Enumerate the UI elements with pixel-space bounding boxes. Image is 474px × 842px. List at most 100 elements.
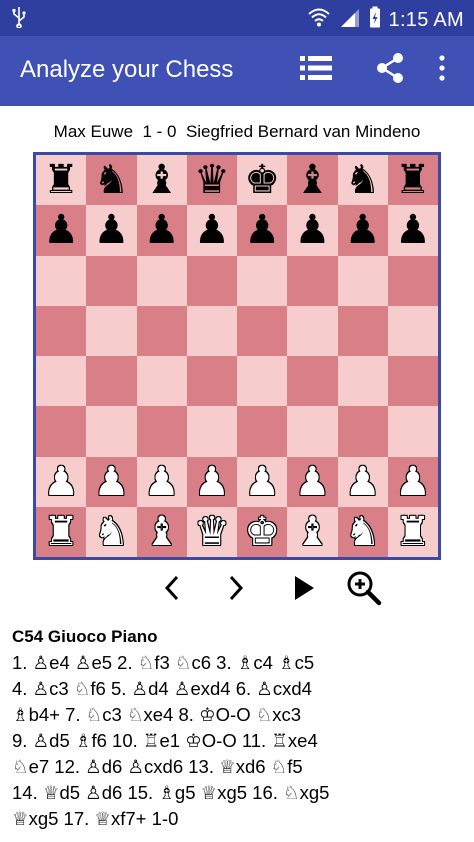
white-bishop-piece[interactable]: ♝ [144,512,180,552]
white-rook-piece[interactable]: ♜ [395,512,431,552]
move-line[interactable]: 14. ♕d5 ♙d6 15. ♗g5 ♕xg5 16. ♘xg5 [12,780,464,806]
chess-board[interactable]: ♜ ♞ ♝ ♛ ♚ ♝ ♞ ♜ ♟ ♟ ♟ ♟ ♟ ♟ ♟ ♟ ♟ ♟ ♟ ♟ ♟ ♟ ♟ ♟ ♜ ♞ ♝ ♛ ♚ ♝ ♞ ♜ [33,152,441,560]
list-button[interactable] [296,50,336,90]
square-b2[interactable]: ♟ [86,456,137,507]
square-g7[interactable]: ♟ [337,205,388,256]
square-e8[interactable]: ♚ [237,155,288,206]
square-g1[interactable]: ♞ [337,506,388,557]
square-a6[interactable] [36,255,87,306]
black-pawn-piece[interactable]: ♟ [244,210,280,250]
move-line[interactable]: ♗b4+ 7. ♘c3 ♘xe4 8. ♔O-O ♘xc3 [12,702,464,728]
square-e6[interactable] [237,255,288,306]
white-bishop-piece[interactable]: ♝ [294,512,330,552]
next-move-button[interactable] [216,570,256,610]
square-g8[interactable]: ♞ [337,155,388,206]
white-pawn-piece[interactable]: ♟ [345,462,381,502]
move-line[interactable]: 4. ♙c3 ♘f6 5. ♙d4 ♙exd4 6. ♙cxd4 [12,676,464,702]
square-f8[interactable]: ♝ [287,155,338,206]
square-f5[interactable] [287,305,338,356]
black-queen-piece[interactable]: ♛ [194,160,230,200]
white-queen-piece[interactable]: ♛ [194,512,230,552]
square-g5[interactable] [337,305,388,356]
square-h7[interactable]: ♟ [387,205,438,256]
black-pawn-piece[interactable]: ♟ [294,210,330,250]
black-rook-piece[interactable]: ♜ [395,160,431,200]
black-bishop-piece[interactable]: ♝ [294,160,330,200]
square-h5[interactable] [387,305,438,356]
square-d6[interactable] [186,255,237,306]
square-c2[interactable]: ♟ [136,456,187,507]
square-d3[interactable] [186,406,237,457]
square-g4[interactable] [337,356,388,407]
square-e1[interactable]: ♚ [237,506,288,557]
square-g6[interactable] [337,255,388,306]
square-b5[interactable] [86,305,137,356]
white-rook-piece[interactable]: ♜ [43,512,79,552]
square-f3[interactable] [287,406,338,457]
square-a7[interactable]: ♟ [36,205,87,256]
black-rook-piece[interactable]: ♜ [43,160,79,200]
square-f2[interactable]: ♟ [287,456,338,507]
square-e5[interactable] [237,305,288,356]
square-d2[interactable]: ♟ [186,456,237,507]
square-a2[interactable]: ♟ [36,456,87,507]
board-grid[interactable]: ♜ ♞ ♝ ♛ ♚ ♝ ♞ ♜ ♟ ♟ ♟ ♟ ♟ ♟ ♟ ♟ ♟ ♟ ♟ ♟ ♟ ♟ ♟ ♟ ♜ ♞ ♝ ♛ ♚ ♝ ♞ ♜ [36,155,438,557]
white-pawn-piece[interactable]: ♟ [294,462,330,502]
square-d5[interactable] [186,305,237,356]
black-bishop-piece[interactable]: ♝ [144,160,180,200]
square-c1[interactable]: ♝ [136,506,187,557]
white-king-piece[interactable]: ♚ [244,512,280,552]
square-c8[interactable]: ♝ [136,155,187,206]
square-e7[interactable]: ♟ [237,205,288,256]
square-f4[interactable] [287,356,338,407]
square-e2[interactable]: ♟ [237,456,288,507]
square-f7[interactable]: ♟ [287,205,338,256]
black-pawn-piece[interactable]: ♟ [395,210,431,250]
square-d7[interactable]: ♟ [186,205,237,256]
white-knight-piece[interactable]: ♞ [345,512,381,552]
square-b8[interactable]: ♞ [86,155,137,206]
square-f1[interactable]: ♝ [287,506,338,557]
square-a3[interactable] [36,406,87,457]
square-g2[interactable]: ♟ [337,456,388,507]
square-b6[interactable] [86,255,137,306]
black-king-piece[interactable]: ♚ [244,160,280,200]
square-a5[interactable] [36,305,87,356]
square-b3[interactable] [86,406,137,457]
square-h2[interactable]: ♟ [387,456,438,507]
white-pawn-piece[interactable]: ♟ [144,462,180,502]
overflow-menu-button[interactable] [422,50,462,90]
play-button[interactable] [284,570,324,610]
black-pawn-piece[interactable]: ♟ [345,210,381,250]
square-d1[interactable]: ♛ [186,506,237,557]
white-pawn-piece[interactable]: ♟ [194,462,230,502]
square-e4[interactable] [237,356,288,407]
square-d8[interactable]: ♛ [186,155,237,206]
square-c5[interactable] [136,305,187,356]
square-a1[interactable]: ♜ [36,506,87,557]
square-h4[interactable] [387,356,438,407]
square-b4[interactable] [86,356,137,407]
square-c3[interactable] [136,406,187,457]
white-pawn-piece[interactable]: ♟ [43,462,79,502]
black-knight-piece[interactable]: ♞ [345,160,381,200]
black-pawn-piece[interactable]: ♟ [194,210,230,250]
square-c6[interactable] [136,255,187,306]
square-e3[interactable] [237,406,288,457]
white-knight-piece[interactable]: ♞ [93,512,129,552]
zoom-in-button[interactable] [344,570,384,610]
square-b1[interactable]: ♞ [86,506,137,557]
white-pawn-piece[interactable]: ♟ [395,462,431,502]
black-pawn-piece[interactable]: ♟ [43,210,79,250]
square-h6[interactable] [387,255,438,306]
square-c4[interactable] [136,356,187,407]
square-h3[interactable] [387,406,438,457]
square-b7[interactable]: ♟ [86,205,137,256]
previous-move-button[interactable] [152,570,192,610]
square-h1[interactable]: ♜ [387,506,438,557]
share-button[interactable] [370,50,410,90]
square-a4[interactable] [36,356,87,407]
square-h8[interactable]: ♜ [387,155,438,206]
square-c7[interactable]: ♟ [136,205,187,256]
white-pawn-piece[interactable]: ♟ [93,462,129,502]
